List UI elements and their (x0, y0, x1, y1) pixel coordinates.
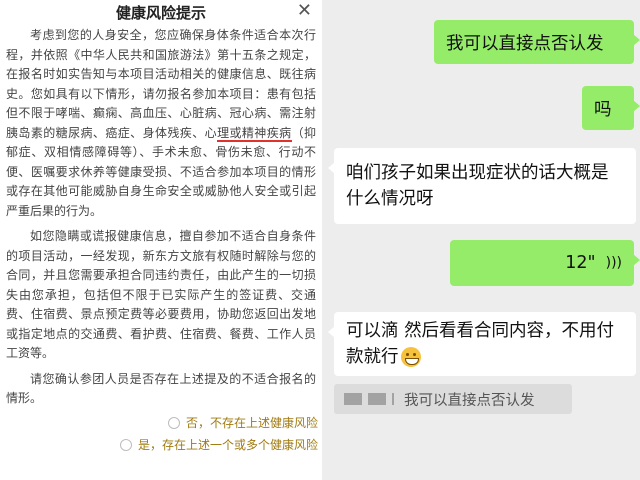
paragraph-health-conditions: 考虑到您的人身安全，您应确保身体条件适合本次行程，并依照《中华人民共和国旅游法》… (6, 26, 316, 221)
paragraph-confirmation: 请您确认参团人员是否存在上述提及的不适合报名的情形。 (6, 371, 316, 406)
quoted-message[interactable]: 我可以直接点否认发 (334, 384, 572, 414)
voice-wave-icon: ))) (605, 255, 622, 271)
voice-message[interactable]: 12" ))) (450, 240, 640, 286)
option-has-risk[interactable]: 是，存在上述一个或多个健康风险 (120, 436, 318, 453)
message-text: 吗 (594, 99, 612, 120)
health-risk-document: 健康风险提示 ✕ 考虑到您的人身安全，您应确保身体条件适合本次行程，并依照《中华… (0, 0, 322, 480)
close-icon[interactable]: ✕ (297, 0, 312, 21)
quote-text: 我可以直接点否认发 (404, 392, 535, 409)
message-text: 我可以直接点否认发 (446, 33, 604, 54)
radio-icon[interactable] (168, 416, 180, 429)
option-label: 是，存在上述一个或多个健康风险 (138, 438, 319, 452)
paragraph-concealment: 如您隐瞒或谎报健康信息，擅自参加不适合自身条件的项目活动，一经发现，新东方文旅有… (6, 229, 316, 360)
sent-message[interactable]: 我可以直接点否认发 (434, 20, 640, 64)
option-label: 否，不存在上述健康风险 (186, 416, 319, 430)
blurred-sender-name (344, 393, 394, 405)
document-title: 健康风险提示 (115, 4, 206, 22)
document-body: 考虑到您的人身安全，您应确保身体条件适合本次行程，并依照《中华人民共和国旅游法》… (6, 26, 316, 415)
document-header: 健康风险提示 ✕ (0, 0, 322, 24)
underlined-phrase: 理或精神疾病 (217, 125, 292, 142)
message-text: 可以滴 然后看看合同内容，不用付款就行 (346, 318, 624, 370)
sent-message[interactable]: 吗 (582, 86, 640, 130)
grinning-face-icon (400, 347, 421, 367)
message-text-content: 可以滴 然后看看合同内容，不用付款就行 (346, 321, 615, 367)
received-message[interactable]: 咱们孩子如果出现症状的话大概是什么情况呀 (328, 148, 636, 224)
option-no-risk[interactable]: 否，不存在上述健康风险 (168, 414, 318, 431)
voice-duration: 12" (565, 253, 596, 273)
paragraph-text: 考虑到您的人身安全，您应确保身体条件适合本次行程，并依照《中华人民共和国旅游法》… (6, 28, 316, 140)
message-text: 咱们孩子如果出现症状的话大概是什么情况呀 (346, 163, 609, 209)
chat-panel: 我可以直接点否认发 吗 咱们孩子如果出现症状的话大概是什么情况呀 12" )))… (322, 0, 640, 480)
received-message[interactable]: 可以滴 然后看看合同内容，不用付款就行 (328, 312, 636, 376)
radio-icon[interactable] (120, 438, 132, 451)
